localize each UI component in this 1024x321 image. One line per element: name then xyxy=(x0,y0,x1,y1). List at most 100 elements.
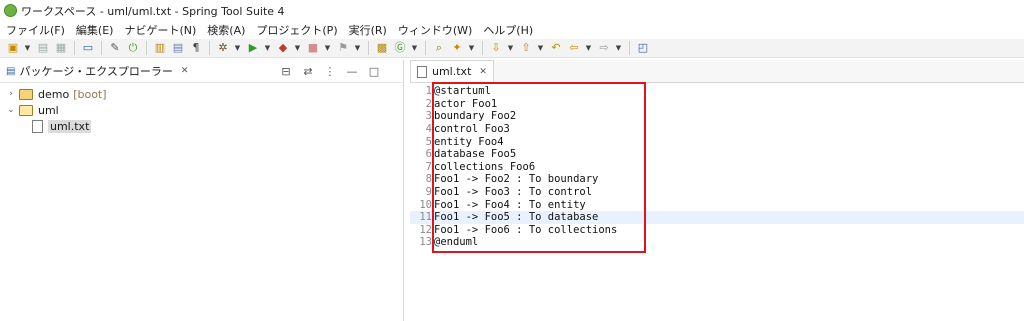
spring-tool-suite-icon xyxy=(4,4,17,17)
current-code-line: 11 Foo1 -> Foo5 : To database xyxy=(410,210,1024,224)
external-tools-icon[interactable]: ⚑ xyxy=(336,41,350,55)
back-icon[interactable]: ⇦ xyxy=(567,41,581,55)
code-area[interactable]: 1 @startuml 2 actor Foo1 3 boundary Foo2 4c… xyxy=(410,85,1024,249)
menu-run[interactable]: 実行(R) xyxy=(343,22,392,38)
coverage-icon[interactable]: ◆ xyxy=(276,41,290,55)
chevron-down-icon[interactable]: ▼ xyxy=(24,41,31,55)
line-text[interactable]: database Foo5 xyxy=(434,148,516,160)
view-menu-icon[interactable]: ⋮ xyxy=(323,64,337,78)
pin-icon[interactable]: ✎ xyxy=(108,41,122,55)
maximize-icon[interactable]: □ xyxy=(367,64,381,78)
toolbar-divider xyxy=(482,41,483,55)
last-edit-icon[interactable]: ↶ xyxy=(549,41,563,55)
chevron-down-icon[interactable]: ▼ xyxy=(507,41,514,55)
tab-label: パッケージ・エクスプローラー xyxy=(19,65,173,78)
menu-navigate[interactable]: ナビゲート(N) xyxy=(118,22,201,38)
editor-tab-bar: uml.txt ✕ xyxy=(410,60,1024,83)
forward-icon[interactable]: ⇨ xyxy=(597,41,611,55)
next-annotation-icon[interactable]: ⇩ xyxy=(489,41,503,55)
line-text[interactable]: @startuml xyxy=(434,85,491,97)
chevron-down-icon[interactable]: ▼ xyxy=(615,41,622,55)
new-icon[interactable]: ▣ xyxy=(6,41,20,55)
chevron-down-icon[interactable]: ▼ xyxy=(294,41,301,55)
open-task-icon[interactable]: ▤ xyxy=(171,41,185,55)
code-line: 2 actor Foo1 xyxy=(410,98,1024,111)
search-icon[interactable]: ⌕ xyxy=(432,41,446,55)
code-line: 8 Foo1 -> Foo2 : To boundary xyxy=(410,173,1024,186)
menu-help[interactable]: ヘルプ(H) xyxy=(477,22,538,38)
line-text[interactable]: collections Foo6 xyxy=(434,161,535,173)
chevron-down-icon[interactable]: ▼ xyxy=(585,41,592,55)
link-with-editor-icon[interactable]: ⇄ xyxy=(301,64,315,78)
code-line: 1 @startuml xyxy=(410,85,1024,98)
line-number: 3 xyxy=(425,110,432,123)
menu-edit[interactable]: 編集(E) xyxy=(70,22,119,38)
line-number: 11 xyxy=(419,211,432,224)
tree-item-label: demo xyxy=(38,87,70,101)
chevron-down-icon[interactable]: ▼ xyxy=(324,41,331,55)
line-text[interactable]: Foo1 -> Foo3 : To control xyxy=(434,186,592,198)
print-icon[interactable]: ▭ xyxy=(81,41,95,55)
line-text[interactable]: Foo1 -> Foo2 : To boundary xyxy=(434,173,598,185)
save-all-icon[interactable]: ▦ xyxy=(54,41,68,55)
compass-icon[interactable]: ✦ xyxy=(450,41,464,55)
stop-icon[interactable]: ■ xyxy=(306,41,320,55)
chevron-down-icon[interactable]: ▼ xyxy=(264,41,271,55)
line-text[interactable]: actor Foo1 xyxy=(434,98,497,110)
close-icon[interactable]: ✕ xyxy=(181,66,189,76)
menu-file[interactable]: ファイル(F) xyxy=(0,22,70,38)
menu-window[interactable]: ウィンドウ(W) xyxy=(392,22,477,38)
package-explorer-icon: ▤ xyxy=(6,65,16,77)
main-toolbar: ▣ ▼ ▤ ▦ ▭ ✎ ⏻ ▥ ▤ ¶ ✲ ▼ ▶ ▼ ◆ ▼ ■ ▼ ⚑ ▼ ▩ Ⓖ ▼ ⌕… xyxy=(0,39,1024,58)
line-text[interactable]: Foo1 -> Foo5 : To database xyxy=(434,211,598,223)
close-icon[interactable]: ✕ xyxy=(479,67,487,77)
chevron-down-icon[interactable]: ▼ xyxy=(468,41,475,55)
prev-annotation-icon[interactable]: ⇧ xyxy=(519,41,533,55)
spring-boot-icon[interactable]: ⏻ xyxy=(126,41,140,55)
chevron-down-icon[interactable]: ▼ xyxy=(234,41,241,55)
chevron-down-icon[interactable]: ⌄ xyxy=(6,105,16,115)
pilcrow-icon[interactable]: ¶ xyxy=(189,41,203,55)
line-number: 8 xyxy=(425,173,432,186)
line-text[interactable]: @enduml xyxy=(434,236,478,248)
tree-item-demo[interactable]: › demo [boot] xyxy=(0,86,403,102)
title-bar: ワークスペース - uml/uml.txt - Spring Tool Suit… xyxy=(0,0,1024,21)
chevron-down-icon[interactable]: ▼ xyxy=(411,41,418,55)
line-number: 9 xyxy=(425,186,432,199)
run-icon[interactable]: ▶ xyxy=(246,41,260,55)
tab-uml-txt[interactable]: uml.txt ✕ xyxy=(410,60,494,82)
debug-icon[interactable]: ✲ xyxy=(216,41,230,55)
toolbar-divider xyxy=(146,41,147,55)
chevron-down-icon[interactable]: ▼ xyxy=(537,41,544,55)
menu-project[interactable]: プロジェクト(P) xyxy=(250,22,342,38)
line-text[interactable]: Foo1 -> Foo6 : To collections xyxy=(434,224,617,236)
code-line: 10 Foo1 -> Foo4 : To entity xyxy=(410,198,1024,211)
line-number: 7 xyxy=(425,160,432,173)
open-perspective-icon[interactable]: ◰ xyxy=(636,41,650,55)
line-number: 1 xyxy=(425,85,432,98)
chevron-down-icon[interactable]: ▼ xyxy=(354,41,361,55)
toolbar-divider xyxy=(629,41,630,55)
open-type-icon[interactable]: ▥ xyxy=(153,41,167,55)
new-java-project-icon[interactable]: ▩ xyxy=(375,41,389,55)
line-number: 12 xyxy=(419,223,432,236)
save-icon[interactable]: ▤ xyxy=(36,41,50,55)
collapse-all-icon[interactable]: ⊟ xyxy=(279,64,293,78)
minimize-icon[interactable]: — xyxy=(345,64,359,78)
code-line: 13 @enduml xyxy=(410,236,1024,249)
line-text[interactable]: control Foo3 xyxy=(434,123,510,135)
line-text[interactable]: boundary Foo2 xyxy=(434,110,516,122)
tree-item-uml[interactable]: ⌄ uml xyxy=(0,102,403,118)
code-line: 9 Foo1 -> Foo3 : To control xyxy=(410,186,1024,199)
new-spring-icon[interactable]: Ⓖ xyxy=(393,41,407,55)
chevron-right-icon[interactable]: › xyxy=(6,89,16,99)
package-explorer-panel: ▤ パッケージ・エクスプローラー ✕ ⊟ ⇄ ⋮ — □ › demo [boo… xyxy=(0,60,404,321)
line-number: 5 xyxy=(425,135,432,148)
toolbar-divider xyxy=(209,41,210,55)
tree-item-uml-txt[interactable]: uml.txt xyxy=(0,118,403,134)
line-text[interactable]: Foo1 -> Foo4 : To entity xyxy=(434,199,586,211)
menu-search[interactable]: 検索(A) xyxy=(201,22,250,38)
line-text[interactable]: entity Foo4 xyxy=(434,136,504,148)
line-number: 2 xyxy=(425,97,432,110)
tab-package-explorer[interactable]: ▤ パッケージ・エクスプローラー ✕ xyxy=(0,60,194,83)
